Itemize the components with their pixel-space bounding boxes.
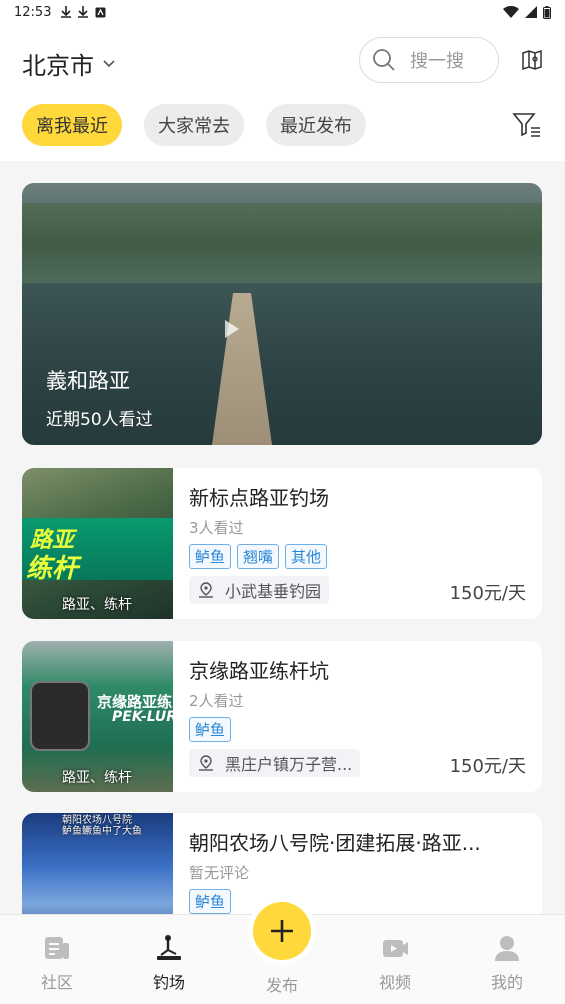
user-icon [495, 936, 519, 961]
publish-button[interactable] [253, 902, 311, 960]
battery-icon [543, 5, 551, 19]
featured-pier-image [212, 293, 272, 445]
nav-label: 我的 [490, 973, 523, 992]
chip-popular[interactable]: 大家常去 [144, 104, 244, 146]
nav-me[interactable]: 我的 [467, 915, 547, 993]
location-pin-icon [199, 582, 213, 598]
city-selector[interactable]: 北京市 [22, 46, 116, 81]
plus-icon [271, 920, 293, 942]
location-text: 小武基垂钓园 [225, 582, 322, 601]
thumb-caption-line: 鲈鱼鳜鱼中了大鱼 [62, 826, 142, 837]
search-placeholder: 搜一搜 [410, 51, 464, 72]
thumb-caption: 朝阳农场八号院 鲈鱼鳜鱼中了大鱼 [62, 815, 142, 837]
thumb-text: 练杆 [26, 554, 79, 584]
status-time: 12:53 [14, 4, 52, 20]
spot-price: 150元/天 [449, 583, 526, 604]
spot-viewed: 3人看过 [189, 519, 244, 537]
fish-tag: 鲈鱼 [189, 717, 232, 742]
fish-tag: 鲈鱼 [189, 889, 232, 914]
download-icon [78, 6, 89, 18]
map-icon[interactable] [520, 48, 544, 72]
filter-icon[interactable] [512, 110, 542, 140]
nav-spots[interactable]: 钓场 [129, 915, 209, 993]
nav-label: 社区 [40, 973, 73, 992]
chevron-down-icon [103, 59, 115, 67]
community-icon [45, 937, 69, 959]
download-icon [61, 6, 72, 18]
spot-thumbnail: 路亚 练杆 路亚、练杆 [22, 468, 173, 619]
thumb-caption-line: 朝阳农场八号院 [62, 815, 132, 826]
status-bar: 12:53 [0, 0, 565, 24]
fish-tag: 翘嘴 [237, 544, 280, 569]
spot-name: 京缘路亚练杆坑 [189, 659, 329, 683]
spot-tags: 鲈鱼 翘嘴 其他 [189, 544, 328, 569]
nav-label: 视频 [378, 973, 411, 992]
spot-viewed: 暂无评论 [189, 864, 250, 882]
search-icon [373, 49, 395, 71]
spot-price: 150元/天 [449, 756, 526, 777]
video-icon [383, 940, 408, 957]
spot-location: 小武基垂钓园 [189, 576, 330, 604]
spot-tags: 鲈鱼 [189, 717, 232, 742]
spot-tags: 鲈鱼 [189, 889, 232, 914]
featured-title: 義和路亚 [46, 369, 130, 393]
location-pin-icon [199, 755, 213, 771]
spot-card[interactable]: 路亚 练杆 路亚、练杆 新标点路亚钓场 3人看过 鲈鱼 翘嘴 其他 小武基垂钓园… [22, 468, 542, 619]
wifi-icon [503, 6, 519, 18]
fish-tag: 鲈鱼 [189, 544, 232, 569]
spot-card[interactable]: 京缘路亚练 PEK-LUR 路亚、练杆 京缘路亚练杆坑 2人看过 鲈鱼 黑庄户镇… [22, 641, 542, 792]
featured-thumbnail [22, 203, 542, 283]
thumb-logo [30, 681, 90, 751]
city-label: 北京市 [22, 52, 94, 80]
spot-viewed: 2人看过 [189, 692, 244, 710]
spot-name: 朝阳农场八号院·团建拓展·路亚... [189, 831, 481, 855]
thumb-category: 路亚、练杆 [62, 597, 132, 613]
publish-label: 发布 [265, 976, 298, 995]
featured-subtitle: 近期50人看过 [46, 410, 153, 430]
nav-label: 钓场 [152, 973, 185, 992]
spot-location: 黑庄户镇万子营... [189, 749, 361, 777]
spot-thumbnail: 京缘路亚练 PEK-LUR 路亚、练杆 [22, 641, 173, 792]
featured-video-card[interactable]: 義和路亚 近期50人看过 [22, 183, 542, 445]
signal-icon [525, 6, 537, 18]
play-icon[interactable] [219, 317, 243, 341]
nav-community[interactable]: 社区 [17, 915, 97, 993]
fish-tag: 其他 [285, 544, 328, 569]
thumb-text: PEK-LUR [112, 709, 173, 725]
filter-chips: 离我最近 大家常去 最近发布 [22, 104, 366, 146]
location-text: 黑庄户镇万子营... [225, 755, 353, 774]
app-notification-icon [95, 7, 106, 17]
fishing-rod-icon [157, 935, 181, 960]
header: 北京市 搜一搜 离我最近 大家常去 最近发布 [0, 24, 565, 161]
chip-recent[interactable]: 最近发布 [266, 104, 366, 146]
spot-name: 新标点路亚钓场 [189, 486, 329, 510]
nav-video[interactable]: 视频 [355, 915, 435, 993]
chip-nearest[interactable]: 离我最近 [22, 104, 122, 146]
search-input[interactable]: 搜一搜 [359, 37, 499, 83]
thumb-category: 路亚、练杆 [62, 770, 132, 786]
